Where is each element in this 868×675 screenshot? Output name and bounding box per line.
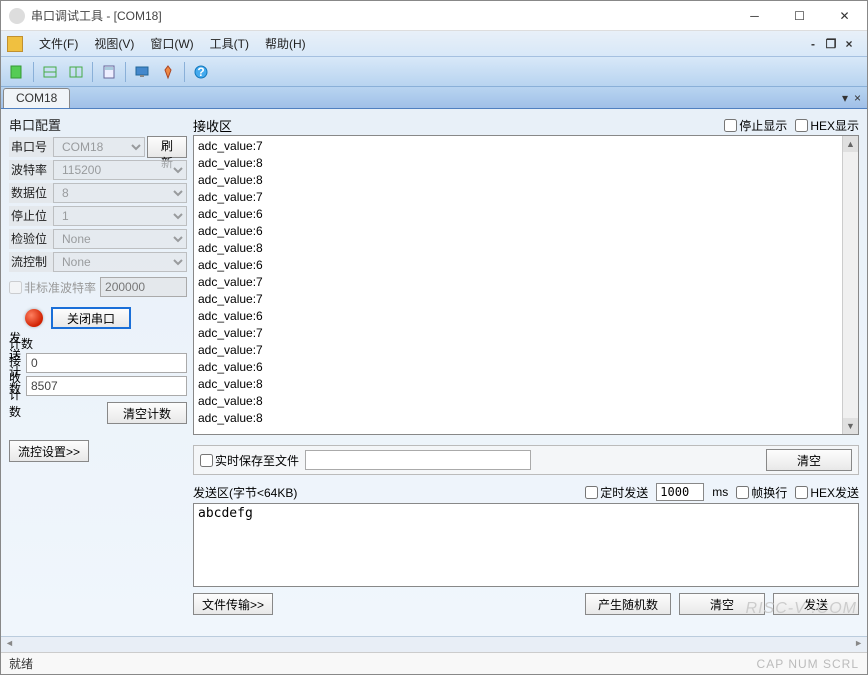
tool-layout2-icon[interactable] (64, 60, 88, 84)
file-transfer-button[interactable]: 文件传输>> (193, 593, 273, 615)
stopbits-select[interactable]: 1 (53, 206, 187, 226)
flow-settings-button[interactable]: 流控设置>> (9, 440, 89, 462)
tx-hex-label: HEX发送 (810, 484, 859, 501)
mdi-close[interactable]: × (841, 37, 857, 51)
save-file-input[interactable] (305, 450, 531, 470)
nonstd-checkbox[interactable] (9, 281, 22, 294)
rx-scrollbar[interactable]: ▲▼ (842, 136, 858, 434)
save-file-checkbox[interactable] (200, 454, 213, 467)
clear-count-button[interactable]: 清空计数 (107, 402, 187, 424)
parity-label: 检验位 (9, 229, 53, 249)
port-select[interactable]: COM18 (53, 137, 145, 157)
rx-title: 接收区 (193, 116, 232, 135)
flow-select[interactable]: None (53, 252, 187, 272)
menu-tools[interactable]: 工具(T) (202, 32, 257, 55)
random-button[interactable]: 产生随机数 (585, 593, 671, 615)
tool-layout1-icon[interactable] (38, 60, 62, 84)
tx-textarea[interactable]: abcdefg (193, 503, 859, 587)
app-icon (9, 8, 25, 24)
menu-window[interactable]: 窗口(W) (142, 32, 201, 55)
status-indicators: CAP NUM SCRL (757, 657, 859, 671)
wrap-label: 帧换行 (751, 484, 787, 501)
tab-com18[interactable]: COM18 (3, 88, 70, 108)
pause-checkbox[interactable] (724, 119, 737, 132)
status-bar: 就绪 CAP NUM SCRL (1, 652, 867, 674)
menu-file[interactable]: 文件(F) (31, 32, 86, 55)
tool-monitor-icon[interactable] (130, 60, 154, 84)
window-title: 串口调试工具 - [COM18] (31, 7, 732, 24)
client-area: 串口配置 串口号 COM18 刷新 波特率 115200 数据位 8 停止位 1… (1, 109, 867, 636)
count-title: 计数 (9, 335, 187, 352)
nonstd-input[interactable] (100, 277, 187, 297)
right-panel: 接收区 停止显示 HEX显示 adc_value:7 adc_value:8 a… (193, 115, 859, 636)
rx-hex-checkbox[interactable] (795, 119, 808, 132)
horizontal-scrollbar[interactable] (1, 636, 867, 652)
save-file-label: 实时保存至文件 (215, 452, 299, 469)
menu-bar: 文件(F) 视图(V) 窗口(W) 工具(T) 帮助(H) - ❐ × (1, 31, 867, 57)
recv-count-field (26, 376, 187, 396)
send-button[interactable]: 发送 (773, 593, 859, 615)
rx-textarea[interactable]: adc_value:7 adc_value:8 adc_value:8 adc_… (193, 135, 859, 435)
flow-label: 流控制 (9, 252, 53, 272)
close-port-button[interactable]: 关闭串口 (51, 307, 131, 329)
minimize-button[interactable]: ─ (732, 1, 777, 30)
mdi-restore[interactable]: ❐ (823, 37, 839, 51)
databits-select[interactable]: 8 (53, 183, 187, 203)
config-title: 串口配置 (9, 115, 187, 134)
menu-view[interactable]: 视图(V) (86, 32, 142, 55)
tool-help-icon[interactable]: ? (189, 60, 213, 84)
menu-icon (7, 36, 23, 52)
tool-calc-icon[interactable] (97, 60, 121, 84)
port-label: 串口号 (9, 137, 53, 157)
toolbar: ? (1, 57, 867, 87)
tx-title: 发送区(字节<64KB) (193, 484, 297, 501)
timed-checkbox[interactable] (585, 486, 598, 499)
data-label: 数据位 (9, 183, 53, 203)
tab-strip: COM18 ▾ × (1, 87, 867, 109)
status-text: 就绪 (9, 655, 33, 672)
tab-menu-icon[interactable]: ▾ (842, 91, 848, 105)
status-led-icon (25, 309, 43, 327)
close-button[interactable]: ✕ (822, 1, 867, 30)
rx-clear-button[interactable]: 清空 (766, 449, 852, 471)
mdi-minimize[interactable]: - (805, 37, 821, 51)
stop-label: 停止位 (9, 206, 53, 226)
tab-close-icon[interactable]: × (854, 91, 861, 105)
interval-input[interactable] (656, 483, 704, 501)
rx-hex-label: HEX显示 (810, 117, 859, 134)
menu-help[interactable]: 帮助(H) (257, 32, 314, 55)
ms-label: ms (712, 485, 728, 499)
tx-hex-checkbox[interactable] (795, 486, 808, 499)
svg-text:?: ? (197, 65, 204, 79)
tool-pin-icon[interactable] (156, 60, 180, 84)
timed-label: 定时发送 (600, 484, 648, 501)
tx-clear-button[interactable]: 清空 (679, 593, 765, 615)
parity-select[interactable]: None (53, 229, 187, 249)
wrap-checkbox[interactable] (736, 486, 749, 499)
baud-select[interactable]: 115200 (53, 160, 187, 180)
nonstd-label: 非标准波特率 (24, 279, 96, 296)
title-bar: 串口调试工具 - [COM18] ─ ☐ ✕ (1, 1, 867, 31)
refresh-button[interactable]: 刷新 (147, 136, 187, 158)
maximize-button[interactable]: ☐ (777, 1, 822, 30)
tool-new-icon[interactable] (5, 60, 29, 84)
send-count-field (26, 353, 187, 373)
config-panel: 串口配置 串口号 COM18 刷新 波特率 115200 数据位 8 停止位 1… (9, 115, 187, 636)
pause-label: 停止显示 (739, 117, 787, 134)
baud-label: 波特率 (9, 160, 53, 180)
